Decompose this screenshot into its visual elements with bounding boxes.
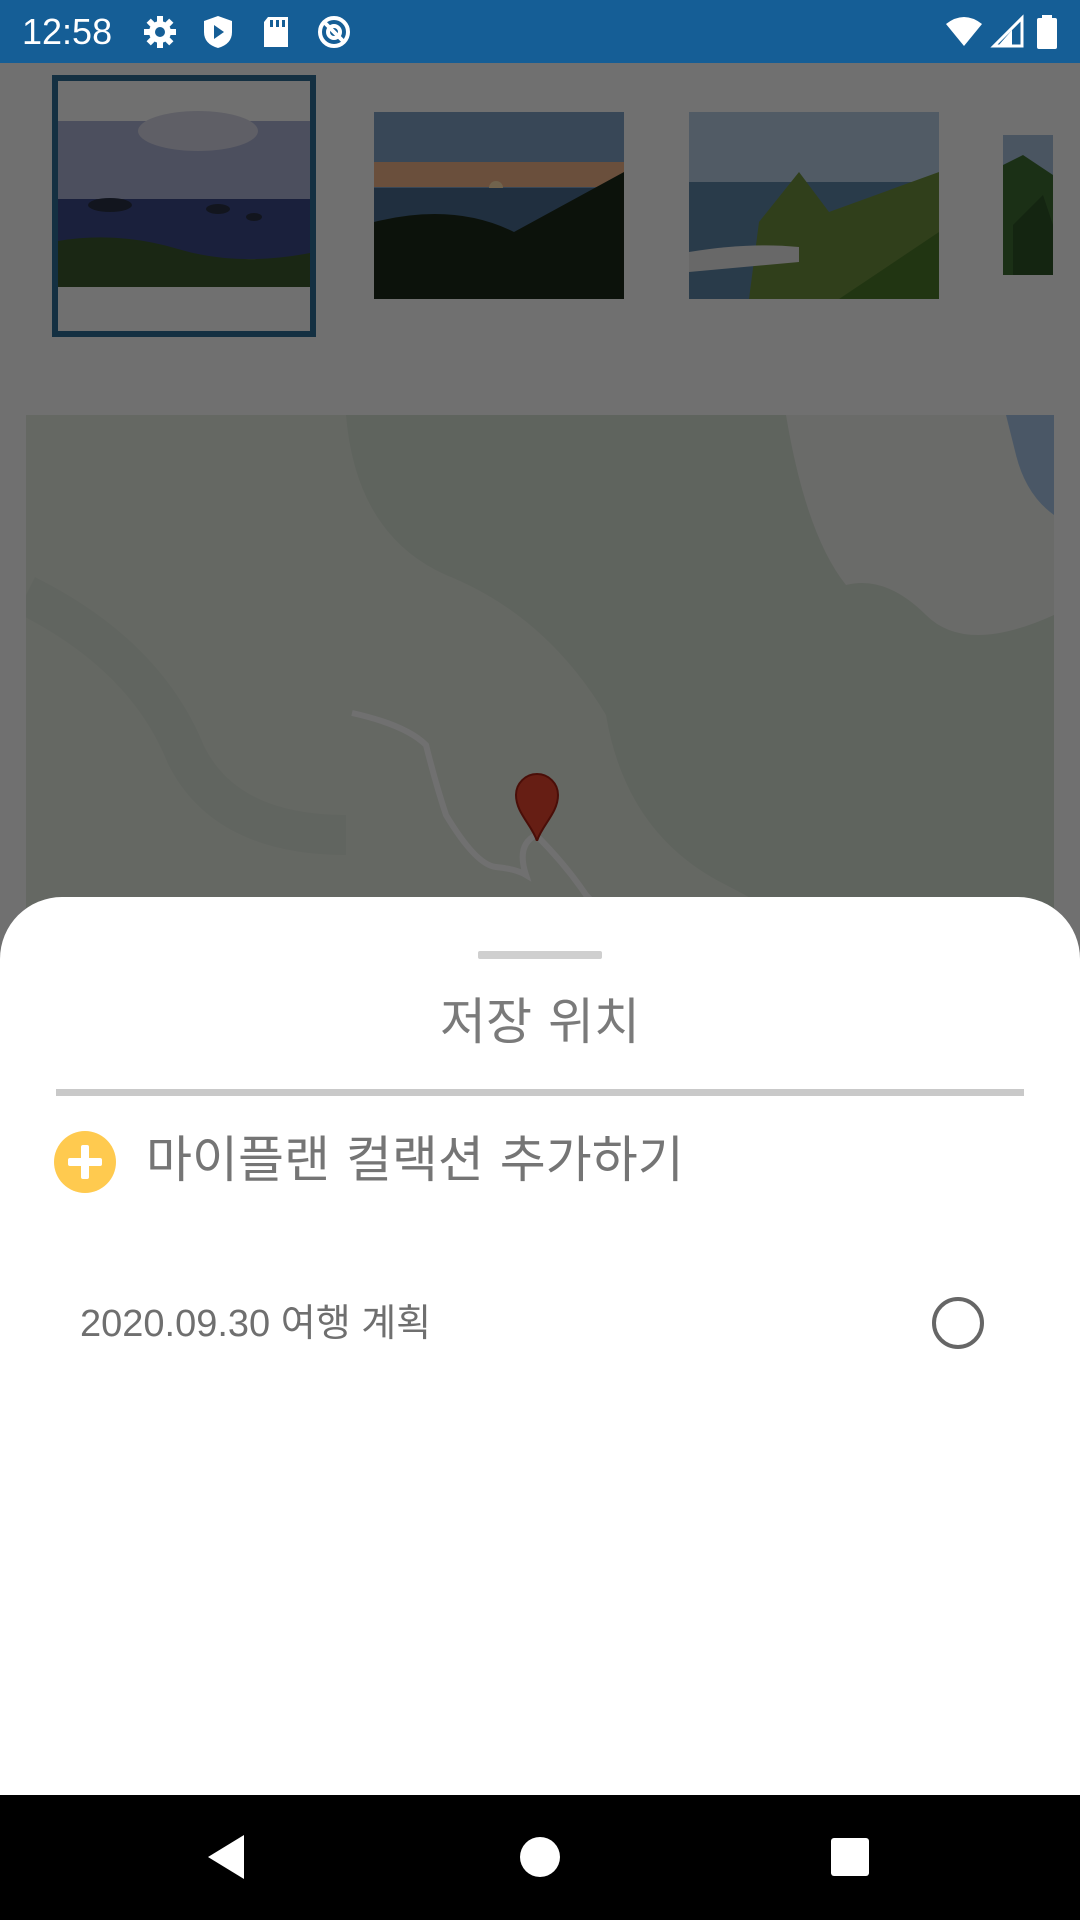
sd-card-icon <box>264 17 288 47</box>
gear-icon <box>144 16 176 48</box>
save-location-bottom-sheet: 저장 위치 마이플랜 컬랙션 추가하기 2020.09.30 여행 계획 <box>0 897 1080 1795</box>
add-collection-label: 마이플랜 컬랙션 추가하기 <box>146 1131 684 1189</box>
cellular-signal-icon <box>990 14 1024 48</box>
plus-circle-icon <box>54 1131 116 1193</box>
plan-radio-button[interactable] <box>932 1297 984 1349</box>
status-time: 12:58 <box>22 11 113 52</box>
shield-play-icon <box>204 16 232 48</box>
status-bar: 12:58 <box>0 0 1080 63</box>
navigation-bar <box>0 1795 1080 1920</box>
recents-square-icon[interactable] <box>818 1825 882 1889</box>
home-circle-icon[interactable] <box>508 1825 572 1889</box>
sheet-title: 저장 위치 <box>440 993 640 1051</box>
back-triangle-icon[interactable] <box>196 1825 260 1889</box>
drag-handle[interactable] <box>478 951 602 959</box>
divider <box>56 1089 1024 1096</box>
battery-icon <box>1037 15 1057 49</box>
at-sign-icon <box>318 16 350 48</box>
wifi-icon <box>946 17 982 46</box>
plan-label: 2020.09.30 여행 계획 <box>80 1303 432 1345</box>
add-collection-button[interactable]: 마이플랜 컬랙션 추가하기 <box>54 1117 1034 1207</box>
plan-list-item[interactable]: 2020.09.30 여행 계획 <box>54 1277 1024 1367</box>
